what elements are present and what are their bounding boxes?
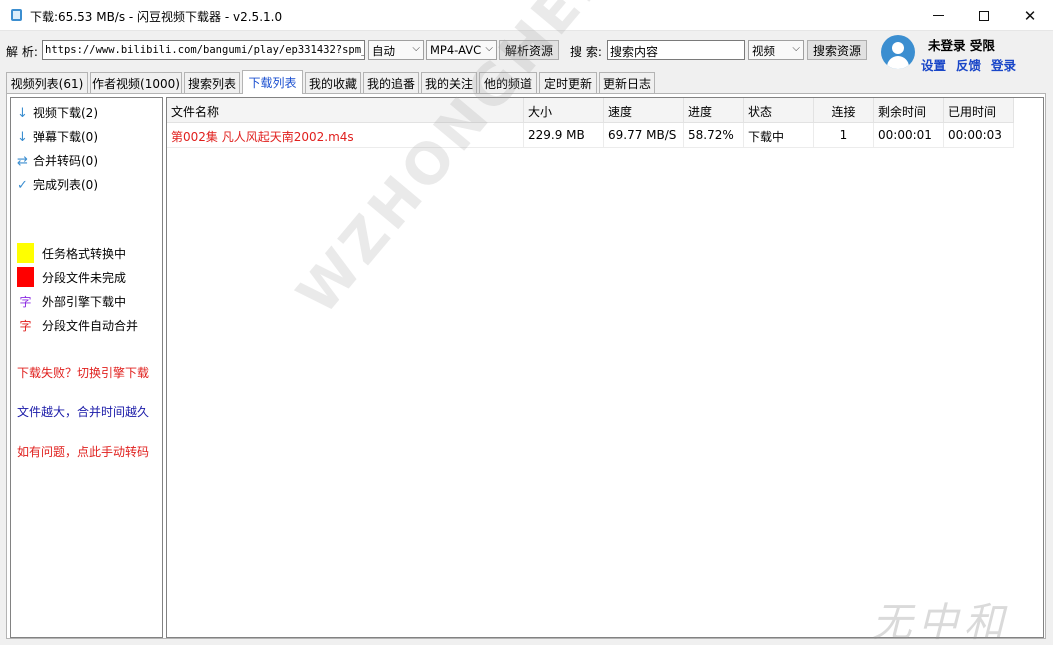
- column-header-size[interactable]: 大小: [524, 98, 604, 123]
- feedback-link[interactable]: 反馈: [956, 55, 981, 74]
- column-header-remaining[interactable]: 剩余时间: [874, 98, 944, 123]
- column-header-elapsed[interactable]: 已用时间: [944, 98, 1014, 123]
- sidebar-item-merge-transcode[interactable]: ⇄ 合并转码(0): [17, 152, 98, 169]
- window-title: 下载:65.53 MB/s - 闪豆视频下载器 - v2.5.1.0: [30, 10, 283, 24]
- cell-elapsed: 00:00:03: [944, 123, 1014, 148]
- tab-download-list[interactable]: 下载列表: [242, 70, 303, 94]
- cell-status: 下载中: [744, 123, 814, 148]
- column-header-filename[interactable]: 文件名称: [167, 98, 524, 123]
- tab-my-anime[interactable]: 我的追番: [363, 72, 419, 93]
- maximize-icon: [979, 10, 989, 21]
- sidebar-item-completed-list[interactable]: ✓ 完成列表(0): [17, 176, 98, 193]
- url-input[interactable]: https://www.bilibili.com/bangumi/play/ep…: [42, 40, 365, 60]
- minimize-icon: [932, 15, 944, 16]
- account-status: 未登录 受限: [928, 38, 995, 53]
- arrow-down-icon: ↓: [17, 130, 28, 145]
- purple-char-icon: 字: [19, 295, 32, 309]
- legend-label: 分段文件未完成: [42, 270, 127, 285]
- search-resource-button[interactable]: 搜索资源: [807, 40, 867, 60]
- legend-format-converting: 任务格式转换中: [17, 243, 126, 263]
- tab-author-videos[interactable]: 作者视频(1000): [90, 72, 182, 93]
- minimize-button[interactable]: [915, 0, 961, 31]
- sidebar-item-label: 视频下载(2): [33, 106, 98, 120]
- legend-label: 任务格式转换中: [42, 246, 127, 261]
- cell-speed: 69.77 MB/S: [604, 123, 684, 148]
- parse-mode-value: 自动: [372, 44, 395, 58]
- close-button[interactable]: ✕: [1007, 0, 1053, 31]
- tab-video-list[interactable]: 视频列表(61): [6, 72, 88, 93]
- app-icon: [11, 9, 22, 21]
- tab-my-follows[interactable]: 我的关注: [421, 72, 477, 93]
- cell-size: 229.9 MB: [524, 123, 604, 148]
- legend-segment-incomplete: 分段文件未完成: [17, 267, 126, 287]
- swap-arrows-icon: ⇄: [17, 154, 28, 169]
- manual-transcode-link[interactable]: 如有问题，点此手动转码: [17, 443, 149, 460]
- cell-remaining: 00:00:01: [874, 123, 944, 148]
- sidebar-item-label: 合并转码(0): [33, 154, 98, 168]
- yellow-swatch: [17, 243, 34, 263]
- search-label: 搜 索:: [570, 45, 602, 59]
- cell-progress: 58.72%: [684, 123, 744, 148]
- tab-scheduled-update[interactable]: 定时更新: [539, 72, 597, 93]
- close-icon: ✕: [1023, 6, 1037, 25]
- merge-time-note: 文件越大，合并时间越久: [17, 405, 150, 419]
- cell-filename: 第002集 凡人风起天南2002.m4s: [167, 123, 524, 148]
- legend-auto-merge: 字分段文件自动合并: [17, 317, 138, 334]
- table-header: 文件名称 大小 速度 进度 状态 连接 剩余时间 已用时间: [167, 98, 1014, 123]
- table-row[interactable]: 第002集 凡人风起天南2002.m4s 229.9 MB 69.77 MB/S…: [167, 123, 1014, 148]
- parse-mode-select[interactable]: 自动 ⌵: [368, 40, 424, 60]
- sidebar-item-label: 完成列表(0): [33, 178, 98, 192]
- column-header-speed[interactable]: 速度: [604, 98, 684, 123]
- column-header-progress[interactable]: 进度: [684, 98, 744, 123]
- chevron-down-icon: ⌵: [792, 43, 800, 54]
- title-bar: 下载:65.53 MB/s - 闪豆视频下载器 - v2.5.1.0 ✕: [0, 0, 1053, 31]
- parse-resource-button[interactable]: 解析资源: [499, 40, 559, 60]
- download-table: 文件名称 大小 速度 进度 状态 连接 剩余时间 已用时间 第002集 凡人风起…: [166, 97, 1044, 638]
- maximize-button[interactable]: [961, 0, 1007, 31]
- red-char-icon: 字: [19, 319, 32, 333]
- search-type-select[interactable]: 视频 ⌵: [748, 40, 804, 60]
- tab-search-list[interactable]: 搜索列表: [184, 72, 240, 93]
- search-type-value: 视频: [752, 44, 775, 58]
- column-header-connections[interactable]: 连接: [814, 98, 874, 123]
- login-link[interactable]: 登录: [991, 55, 1016, 74]
- chevron-down-icon: ⌵: [412, 43, 420, 54]
- tab-changelog[interactable]: 更新日志: [599, 72, 655, 93]
- legend-label: 外部引擎下载中: [42, 295, 127, 309]
- switch-engine-link[interactable]: 下载失败？切换引擎下载: [17, 364, 149, 381]
- avatar-icon[interactable]: [881, 35, 915, 69]
- red-swatch: [17, 267, 34, 287]
- format-value: MP4-AVC: [430, 43, 482, 57]
- arrow-down-icon: ↓: [17, 106, 28, 121]
- checkmark-icon: ✓: [17, 178, 28, 193]
- legend-label: 分段文件自动合并: [42, 319, 139, 333]
- format-select[interactable]: MP4-AVC ⌵: [426, 40, 497, 60]
- settings-link[interactable]: 设置: [921, 55, 946, 74]
- sidebar-item-danmaku-download[interactable]: ↓ 弹幕下载(0): [17, 128, 98, 145]
- sidebar-item-label: 弹幕下载(0): [33, 130, 98, 144]
- search-input[interactable]: 搜索内容: [607, 40, 745, 60]
- sidebar: ↓ 视频下载(2) ↓ 弹幕下载(0) ⇄ 合并转码(0) ✓ 完成列表(0) 任务格式…: [10, 97, 163, 638]
- chevron-down-icon: ⌵: [485, 43, 493, 54]
- tab-my-favorites[interactable]: 我的收藏: [305, 72, 361, 93]
- cell-connections: 1: [814, 123, 874, 148]
- column-header-status[interactable]: 状态: [744, 98, 814, 123]
- sidebar-item-video-download[interactable]: ↓ 视频下载(2): [17, 104, 98, 121]
- parse-label: 解 析:: [6, 45, 38, 59]
- tab-his-channel[interactable]: 他的频道: [479, 72, 537, 93]
- legend-external-engine: 字外部引擎下载中: [17, 293, 126, 310]
